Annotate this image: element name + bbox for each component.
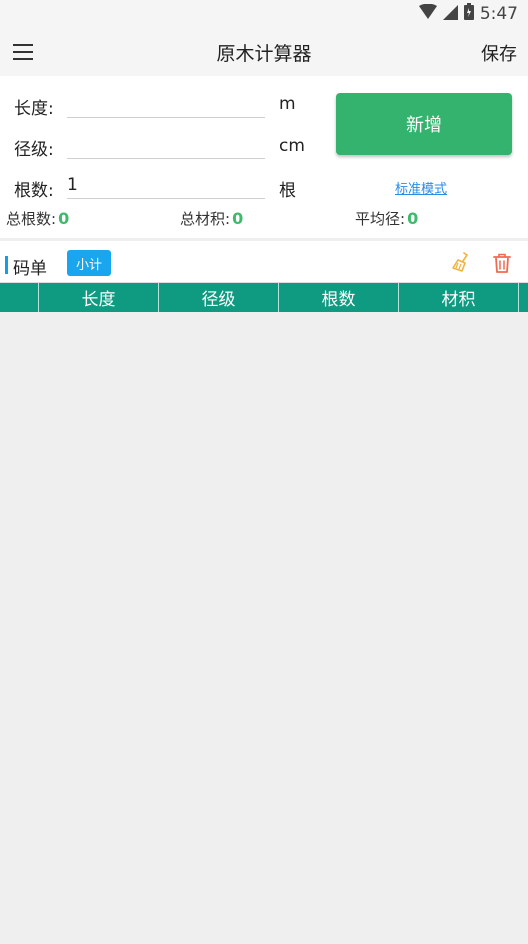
sheet-title: 码单 xyxy=(13,259,47,279)
status-icons: 5:47 xyxy=(418,3,518,24)
status-bar: 5:47 xyxy=(0,0,528,28)
section-accent-bar xyxy=(5,256,8,274)
diameter-input[interactable] xyxy=(67,133,265,159)
column-header-index xyxy=(0,283,39,312)
column-header-diameter: 径级 xyxy=(159,283,279,312)
status-time: 5:47 xyxy=(479,3,518,24)
count-row: 根数: 根 xyxy=(0,173,528,213)
total-volume-stat: 总材积: 0 xyxy=(180,208,243,229)
column-header-length: 长度 xyxy=(39,283,159,312)
signal-icon xyxy=(442,4,458,24)
battery-icon xyxy=(463,3,474,24)
avg-diameter-label: 平均径: xyxy=(355,210,406,228)
count-label: 根数: xyxy=(14,181,54,201)
standard-mode-link[interactable]: 标准模式 xyxy=(395,178,447,197)
column-header-volume: 材积 xyxy=(399,283,519,312)
sheet-toolbar: 码单 小计 xyxy=(0,241,528,283)
length-label: 长度: xyxy=(14,99,54,119)
table-header: 长度 径级 根数 材积 xyxy=(0,283,528,312)
subtotal-button[interactable]: 小计 xyxy=(67,250,111,276)
count-unit: 根 xyxy=(279,181,296,201)
column-header-count: 根数 xyxy=(279,283,399,312)
app-title: 原木计算器 xyxy=(216,43,312,65)
total-volume-value: 0 xyxy=(232,209,244,228)
app-bar: 原木计算器 保存 xyxy=(0,28,528,76)
avg-diameter-stat: 平均径: 0 xyxy=(355,208,418,229)
table-body xyxy=(0,312,528,944)
save-button[interactable]: 保存 xyxy=(481,40,517,66)
total-count-value: 0 xyxy=(58,209,70,228)
input-form: 长度: m 径级: cm 根数: 根 新增 标准模式 总根数:0 总材积:0 平… xyxy=(0,76,528,238)
total-count-stat: 总根数: 0 xyxy=(6,208,69,229)
wifi-icon xyxy=(418,3,437,24)
diameter-unit: cm xyxy=(279,136,305,156)
add-button[interactable]: 新增 xyxy=(336,93,512,155)
length-unit: m xyxy=(279,94,296,114)
avg-diameter-value: 0 xyxy=(407,209,419,228)
total-volume-label: 总材积: xyxy=(180,210,231,228)
broom-icon[interactable] xyxy=(450,251,472,273)
total-count-label: 总根数: xyxy=(6,210,57,228)
length-input[interactable] xyxy=(67,92,265,118)
trash-icon[interactable] xyxy=(491,252,513,274)
count-input[interactable] xyxy=(67,173,265,199)
diameter-label: 径级: xyxy=(14,140,54,160)
